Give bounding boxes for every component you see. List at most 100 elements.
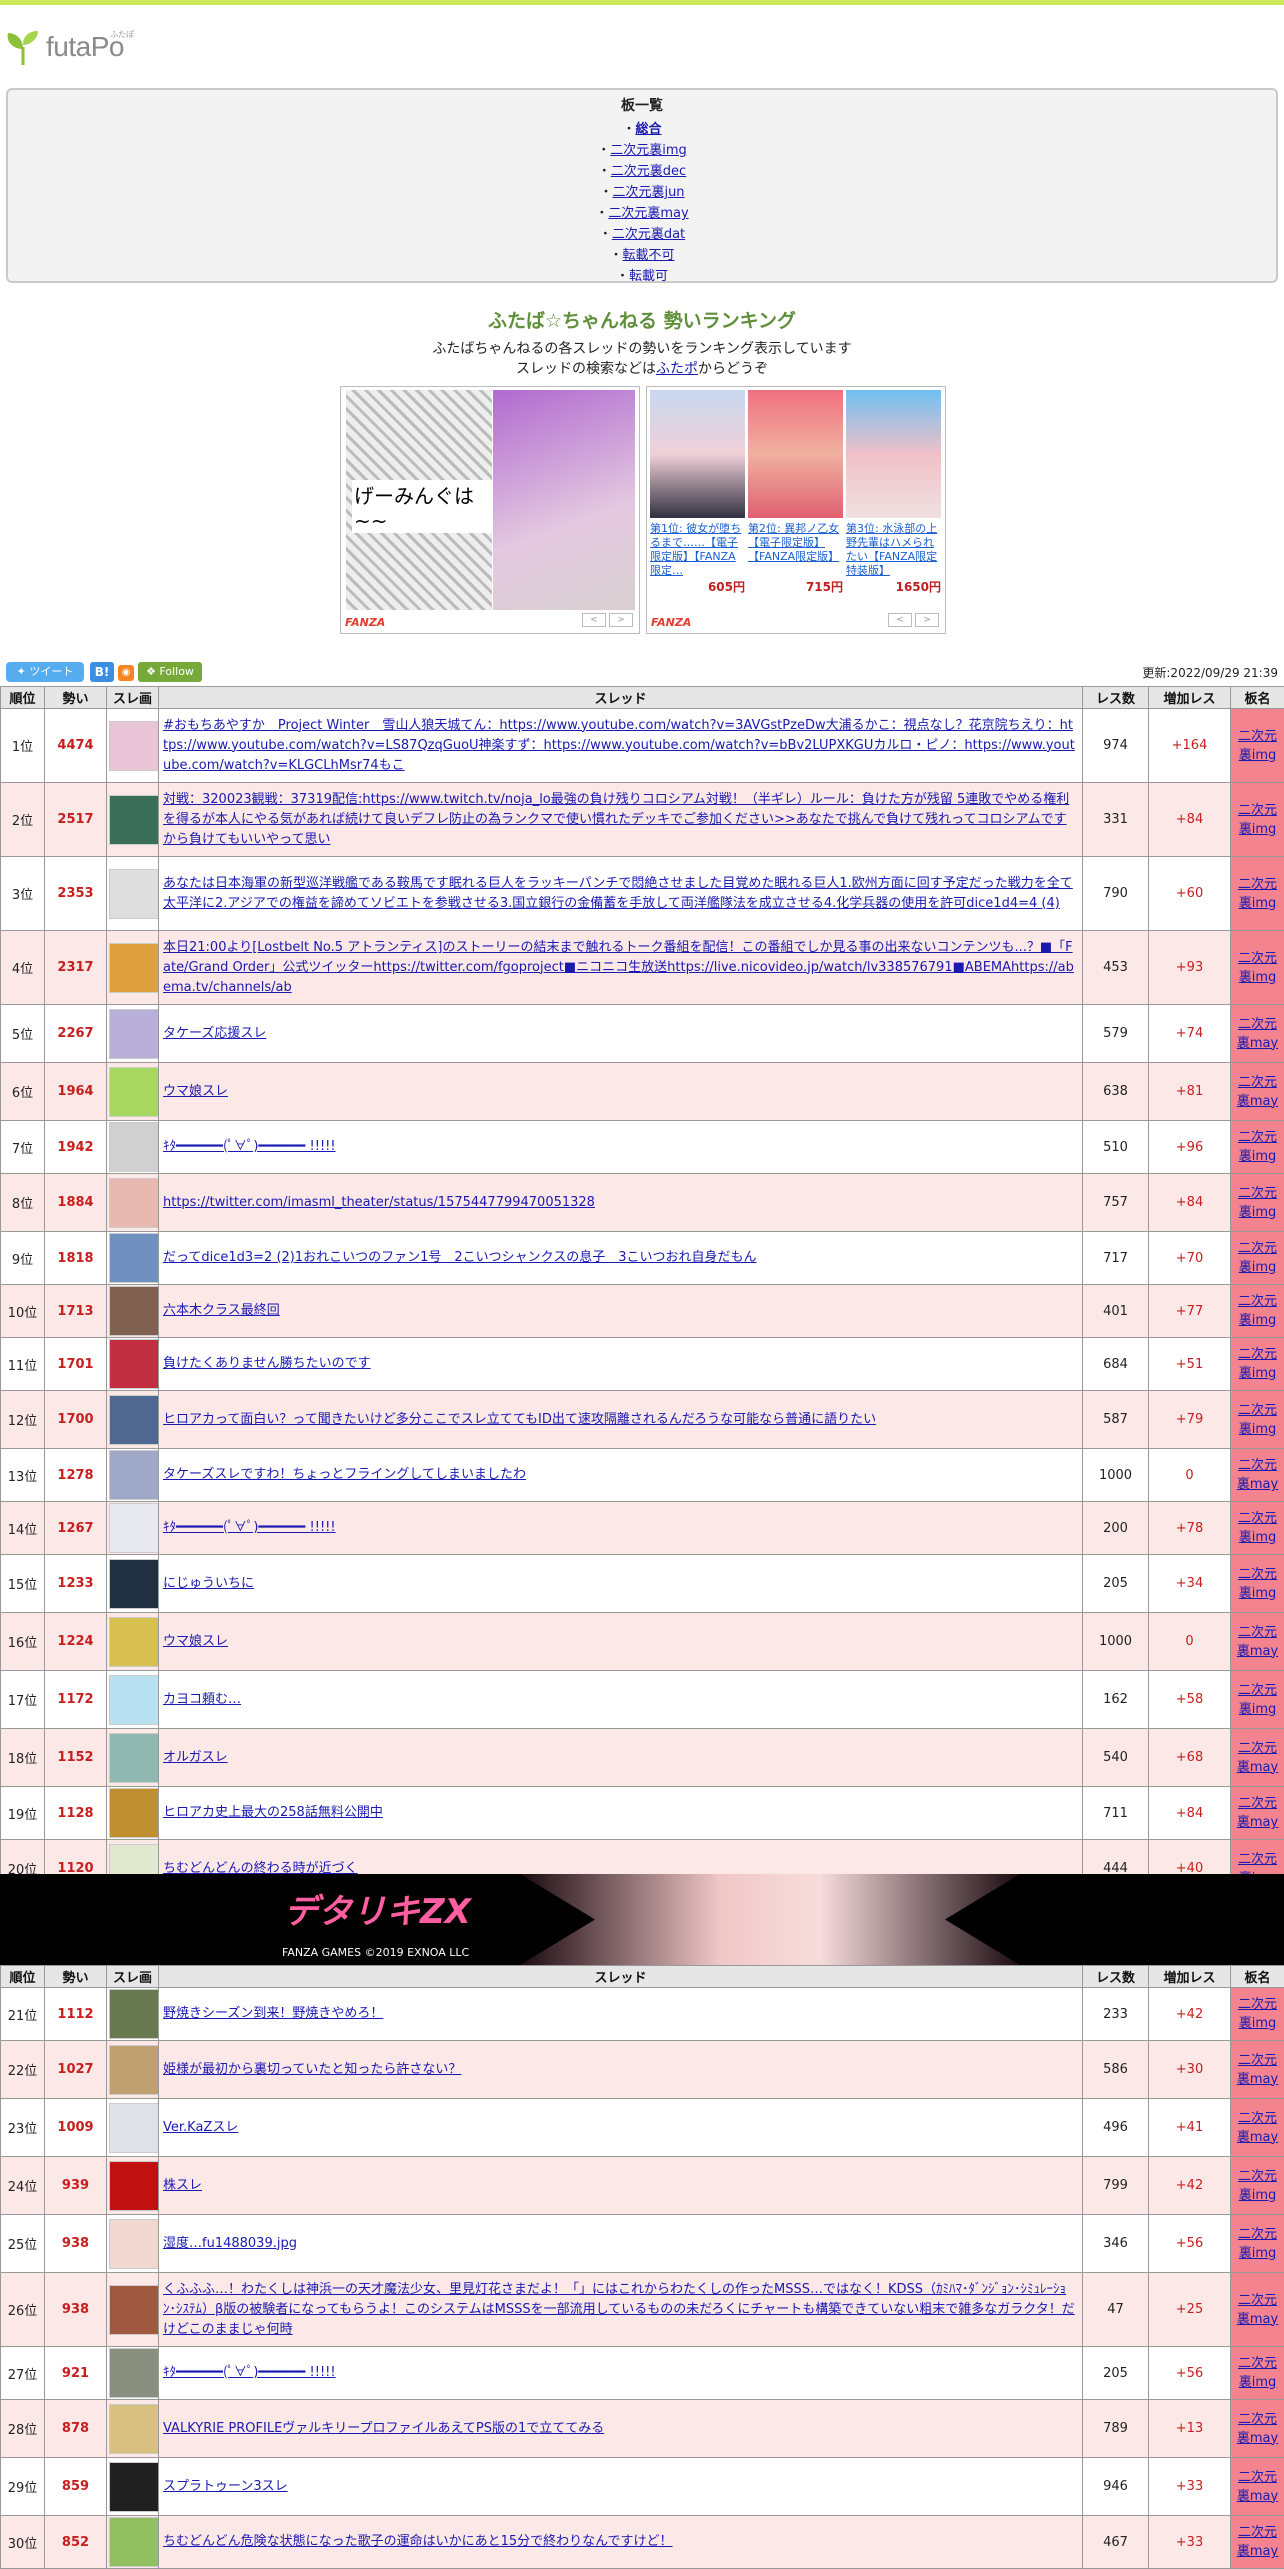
follow-button[interactable]: ❖ Follow — [138, 662, 202, 682]
thread-link[interactable]: VALKYRIE PROFILEヴァルキリープロファイルあえてPS版の1で立てて… — [163, 2421, 604, 2436]
thread-link[interactable]: #おもちあやすか Project Winter 雪山人狼天城てん：https:/… — [163, 718, 1075, 773]
board-link-sogo[interactable]: 総合 — [636, 122, 662, 137]
board-link[interactable]: 二次元裏may — [1237, 2053, 1278, 2087]
thread-link[interactable]: 対戦：320023観戦：37319配信:https://www.twitch.t… — [163, 792, 1069, 847]
thread-thumbnail[interactable] — [109, 1788, 159, 1838]
thread-thumbnail[interactable] — [109, 1178, 159, 1228]
thread-thumbnail[interactable] — [109, 1450, 159, 1500]
thread-link[interactable]: あなたは日本海軍の新型巡洋戦艦である鞍馬です眠れる巨人をラッキーパンチで悶絶させ… — [163, 876, 1073, 911]
thread-link[interactable]: ヒロアカって面白い？って聞きたいけど多分ここでスレ立ててもID出て速攻隔離される… — [163, 1412, 876, 1427]
board-link[interactable]: 二次元裏may — [1237, 2525, 1278, 2559]
thread-link[interactable]: 湿度…fu1488039.jpg — [163, 2236, 297, 2251]
thread-thumbnail[interactable] — [109, 2219, 159, 2269]
thread-thumbnail[interactable] — [109, 943, 159, 993]
board-link[interactable]: 二次元裏img — [1238, 877, 1277, 911]
rss-icon[interactable]: ◉ — [118, 665, 134, 681]
thread-link[interactable]: 株スレ — [163, 2178, 202, 2193]
thread-link[interactable]: 本日21:00より[Lostbelt No.5 アトランティス]のストーリーの結… — [163, 940, 1074, 995]
thread-link[interactable]: ウマ娘スレ — [163, 1084, 228, 1099]
board-link[interactable]: 二次元裏img — [1238, 1403, 1277, 1437]
thread-thumbnail[interactable] — [109, 1067, 159, 1117]
thread-thumbnail[interactable] — [109, 1675, 159, 1725]
thread-link[interactable]: 野焼きシーズン到来！野焼きやめろ！ — [163, 2006, 383, 2021]
thread-thumbnail[interactable] — [109, 1009, 159, 1059]
thread-link[interactable]: 六本木クラス最終回 — [163, 1303, 280, 1318]
thread-thumbnail[interactable] — [109, 1503, 159, 1553]
thread-link[interactable]: スプラトゥーン3スレ — [163, 2479, 288, 2494]
board-link[interactable]: 二次元裏img — [1238, 729, 1277, 763]
ad-product-title[interactable]: 第3位: 水泳部の上野先輩はハメられたい【FANZA限定特装版】 — [846, 522, 941, 578]
thread-thumbnail[interactable] — [109, 1395, 159, 1445]
thread-thumbnail[interactable] — [109, 2348, 159, 2398]
board-link[interactable]: 二次元裏img — [1238, 1241, 1277, 1275]
thread-thumbnail[interactable] — [109, 2517, 159, 2567]
board-link[interactable]: 二次元裏img — [1238, 951, 1277, 985]
ad-next-button[interactable]: > — [609, 613, 633, 627]
thread-thumbnail[interactable] — [109, 795, 159, 845]
board-link[interactable]: 二次元裏may — [1237, 1741, 1278, 1775]
thread-link[interactable]: タケーズ応援スレ — [163, 1026, 266, 1041]
board-link[interactable]: 二次元裏may — [1237, 1075, 1278, 1109]
hatena-bookmark-button[interactable]: B! — [90, 662, 114, 682]
board-link-no-repost[interactable]: 転載不可 — [623, 248, 675, 263]
thread-thumbnail[interactable] — [109, 2404, 159, 2454]
board-link[interactable]: 二次元裏img — [1238, 803, 1277, 837]
board-link[interactable]: 二次元裏may — [1237, 1017, 1278, 1051]
board-link-jun[interactable]: 二次元裏jun — [612, 185, 684, 200]
board-link[interactable]: 二次元裏img — [1238, 1130, 1277, 1164]
thread-link[interactable]: ヒロアカ史上最大の258話無料公開中 — [163, 1805, 383, 1820]
board-link[interactable]: 二次元裏img — [1238, 1683, 1277, 1717]
site-logo[interactable]: futaPo ふたぽ — [0, 5, 1284, 85]
ad-product-item[interactable]: 第2位: 異邦ノ乙女【電子限定版】【FANZA限定版】 715円 — [748, 390, 843, 595]
thread-link[interactable]: オルガスレ — [163, 1750, 228, 1765]
thread-link[interactable]: 姫様が最初から裏切っていたと知ったら許さない？ — [163, 2062, 461, 2077]
board-link-repost[interactable]: 転載可 — [629, 269, 668, 283]
thread-link[interactable]: https://twitter.com/imasml_theater/statu… — [163, 1195, 595, 1210]
thread-link[interactable]: ｷﾀ━━━━━━(ﾟ∀ﾟ)━━━━━━ !!!!! — [163, 2365, 336, 2380]
ad-product-item[interactable]: 第3位: 水泳部の上野先輩はハメられたい【FANZA限定特装版】 1650円 — [846, 390, 941, 595]
thread-thumbnail[interactable] — [109, 1733, 159, 1783]
ad-prev-button[interactable]: < — [888, 613, 912, 627]
thread-link[interactable]: ウマ娘スレ — [163, 1634, 228, 1649]
board-link[interactable]: 二次元裏img — [1238, 1997, 1277, 2031]
thread-link[interactable]: ｷﾀ━━━━━━(ﾟ∀ﾟ)━━━━━━ !!!!! — [163, 1139, 336, 1154]
ad-product-title[interactable]: 第2位: 異邦ノ乙女【電子限定版】【FANZA限定版】 — [748, 522, 843, 578]
board-link[interactable]: 二次元裏may — [1237, 2293, 1278, 2327]
board-link[interactable]: 二次元裏img — [1238, 1186, 1277, 1220]
ad-next-button[interactable]: > — [915, 613, 939, 627]
board-link-dec[interactable]: 二次元裏dec — [611, 164, 686, 179]
thread-thumbnail[interactable] — [109, 2045, 159, 2095]
board-link[interactable]: 二次元裏img — [1238, 1567, 1277, 1601]
board-link[interactable]: 二次元裏img — [1238, 2169, 1277, 2203]
thread-thumbnail[interactable] — [109, 1339, 159, 1389]
board-link-may[interactable]: 二次元裏may — [608, 206, 688, 221]
board-link[interactable]: 二次元裏img — [1238, 1511, 1277, 1545]
board-link-img[interactable]: 二次元裏img — [610, 143, 687, 158]
futapo-link[interactable]: ふたポ — [656, 361, 698, 377]
thread-thumbnail[interactable] — [109, 1559, 159, 1609]
thread-link[interactable]: 負けたくありません勝ちたいのです — [163, 1356, 371, 1371]
ad-product-title[interactable]: 第1位: 彼女が堕ちるまで……【電子限定版】【FANZA限定… — [650, 522, 745, 578]
board-link[interactable]: 二次元裏img — [1238, 2227, 1277, 2261]
thread-link[interactable]: にじゅういちに — [163, 1576, 254, 1591]
thread-thumbnail[interactable] — [109, 869, 159, 919]
thread-link[interactable]: くふふふ…！わたくしは神浜一の天才魔法少女、里見灯花さまだよ！「」にはこれからわ… — [163, 2282, 1075, 2337]
thread-link[interactable]: タケーズスレですわ！ちょっとフライングしてしまいましたわ — [163, 1467, 526, 1482]
thread-link[interactable]: Ver.KaZスレ — [163, 2120, 238, 2135]
ad-prev-button[interactable]: < — [582, 613, 606, 627]
thread-thumbnail[interactable] — [109, 1989, 159, 2039]
board-link[interactable]: 二次元裏may — [1237, 1625, 1278, 1659]
board-link[interactable]: 二次元裏may — [1237, 2412, 1278, 2446]
thread-thumbnail[interactable] — [109, 2161, 159, 2211]
thread-thumbnail[interactable] — [109, 2285, 159, 2335]
thread-link[interactable]: だってdice1d3=2 (2)1おれこいつのファン1号 2こいつシャンクスの息… — [163, 1250, 757, 1265]
board-link-dat[interactable]: 二次元裏dat — [612, 227, 685, 242]
thread-thumbnail[interactable] — [109, 721, 159, 771]
game-ad-banner[interactable]: デタリキZX FANZA GAMES ©2019 EXNOA LLC — [0, 1874, 1284, 1965]
board-link[interactable]: 二次元裏img — [1238, 1294, 1277, 1328]
thread-link[interactable]: ちむどんどん危険な状態になった歌子の運命はいかにあと15分で終わりなんですけど！ — [163, 2534, 673, 2549]
thread-thumbnail[interactable] — [109, 2462, 159, 2512]
thread-thumbnail[interactable] — [109, 2103, 159, 2153]
ad-banner-left[interactable]: げーみんぐは~~ FANZA <> — [340, 386, 640, 634]
thread-thumbnail[interactable] — [109, 1122, 159, 1172]
